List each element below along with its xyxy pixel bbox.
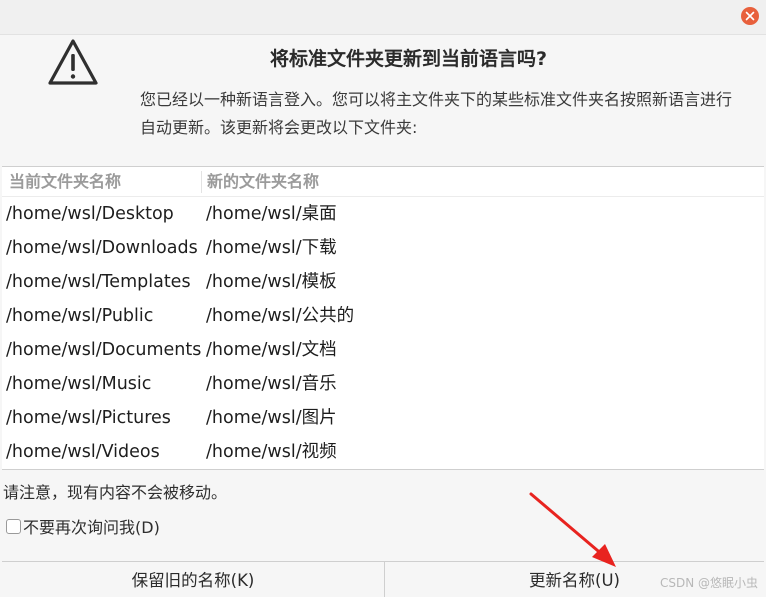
close-button[interactable] [741, 7, 759, 25]
new-folder-cell: /home/wsl/桌面 [206, 204, 337, 224]
table-row[interactable]: /home/wsl/Videos /home/wsl/视频 [2, 435, 764, 469]
header-new-name[interactable]: 新的文件夹名称 [207, 167, 319, 196]
new-folder-cell: /home/wsl/公共的 [206, 306, 355, 326]
dialog-title: 将标准文件夹更新到当前语言吗? [270, 48, 548, 70]
keep-old-names-button[interactable]: 保留旧的名称(K) [2, 562, 384, 597]
table-row[interactable]: /home/wsl/Downloads /home/wsl/下载 [2, 231, 764, 265]
dont-ask-again-checkbox[interactable] [6, 518, 21, 534]
dont-ask-again-checkbox-row[interactable]: 不要再次询问我(D) [6, 514, 160, 538]
button-bar: 保留旧的名称(K) 更新名称(U) [2, 561, 764, 597]
title-bar [0, 0, 766, 35]
table-row[interactable]: /home/wsl/Pictures /home/wsl/图片 [2, 401, 764, 435]
new-folder-cell: /home/wsl/文档 [206, 340, 337, 360]
current-folder-cell: /home/wsl/Desktop [6, 204, 174, 224]
current-folder-cell: /home/wsl/Pictures [6, 408, 171, 428]
current-folder-cell: /home/wsl/Public [6, 306, 154, 326]
header-divider [201, 171, 202, 193]
warning-icon [48, 39, 98, 85]
table-row[interactable]: /home/wsl/Music /home/wsl/音乐 [2, 367, 764, 401]
note-text: 请注意，现有内容不会被移动。 [3, 483, 228, 502]
current-folder-cell: /home/wsl/Music [6, 374, 152, 394]
table-row[interactable]: /home/wsl/Templates /home/wsl/模板 [2, 265, 764, 299]
table-rows: /home/wsl/Desktop /home/wsl/桌面 /home/wsl… [2, 197, 764, 469]
current-folder-cell: /home/wsl/Documents [6, 340, 202, 360]
watermark: CSDN @悠眠小虫 [659, 576, 758, 590]
dialog-description: 您已经以一种新语言登入。您可以将主文件夹下的某些标准文件夹名按照新语言进行自动更… [140, 90, 733, 137]
dialog-window: 将标准文件夹更新到当前语言吗? 您已经以一种新语言登入。您可以将主文件夹下的某些… [0, 0, 766, 597]
current-folder-cell: /home/wsl/Templates [6, 272, 191, 292]
current-folder-cell: /home/wsl/Videos [6, 442, 160, 462]
close-icon [745, 11, 755, 21]
new-folder-cell: /home/wsl/模板 [206, 272, 337, 292]
table-row[interactable]: /home/wsl/Documents /home/wsl/文档 [2, 333, 764, 367]
new-folder-cell: /home/wsl/视频 [206, 442, 337, 462]
table-header: 当前文件夹名称 新的文件夹名称 [2, 167, 764, 197]
new-folder-cell: /home/wsl/音乐 [206, 374, 337, 394]
new-folder-cell: /home/wsl/图片 [206, 408, 337, 428]
current-folder-cell: /home/wsl/Downloads [6, 238, 198, 258]
folder-table: 当前文件夹名称 新的文件夹名称 /home/wsl/Desktop /home/… [2, 166, 764, 470]
table-row[interactable]: /home/wsl/Desktop /home/wsl/桌面 [2, 197, 764, 231]
new-folder-cell: /home/wsl/下载 [206, 238, 337, 258]
header-current-name[interactable]: 当前文件夹名称 [9, 167, 121, 196]
table-row[interactable]: /home/wsl/Public /home/wsl/公共的 [2, 299, 764, 333]
dont-ask-again-label[interactable]: 不要再次询问我(D) [23, 514, 160, 538]
